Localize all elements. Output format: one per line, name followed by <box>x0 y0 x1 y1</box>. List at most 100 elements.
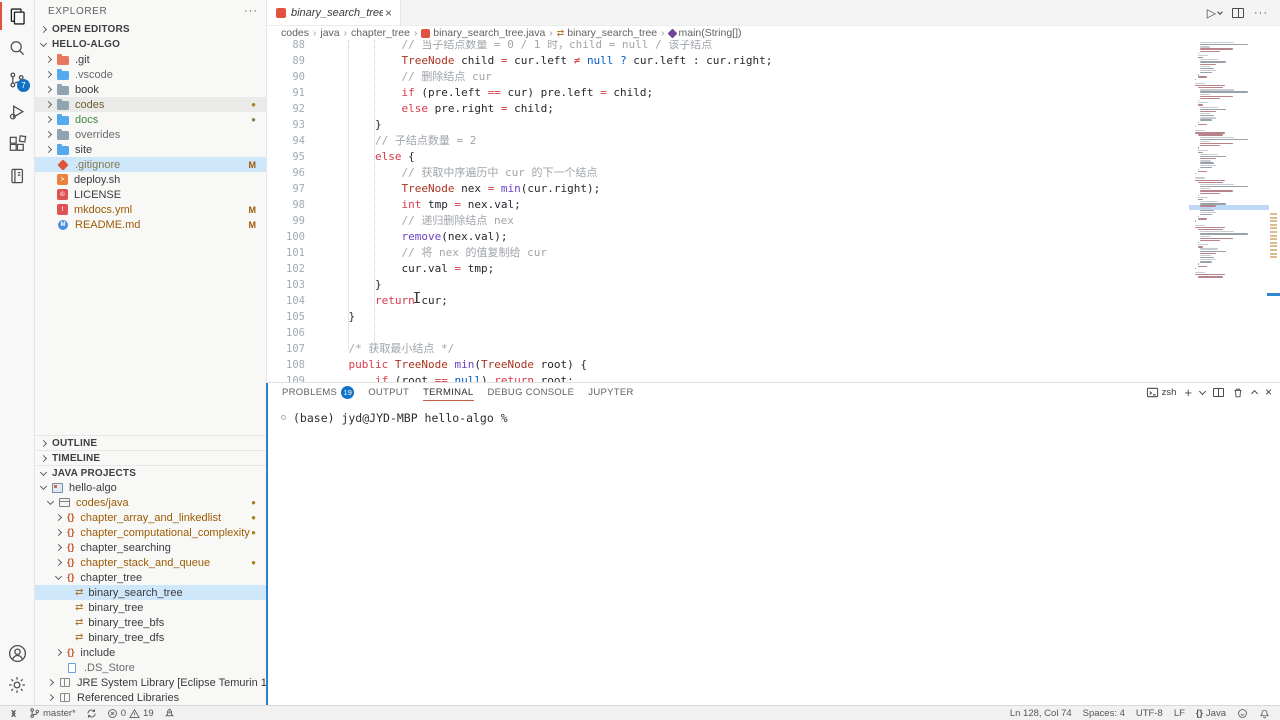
chevron-right-icon[interactable] <box>55 514 62 521</box>
close-panel-icon[interactable]: × <box>1265 385 1272 399</box>
editor-more-icon[interactable]: ··· <box>1254 7 1268 19</box>
tree-item-readme-md[interactable]: MREADME.mdM <box>35 217 266 232</box>
java-projects-header[interactable]: JAVA PROJECTS <box>35 465 266 480</box>
tree-item-chapter-searching[interactable]: {}chapter_searching <box>35 540 266 555</box>
breadcrumb-item-binary-search-tree[interactable]: ⇄binary_search_tree <box>557 27 657 39</box>
activity-bar-item-source-control[interactable]: 7 <box>0 64 34 96</box>
chevron-down-icon[interactable] <box>40 483 47 490</box>
chevron-down-icon[interactable] <box>47 498 54 505</box>
minimap[interactable] <box>1189 40 1267 340</box>
panel-tab-terminal[interactable]: TERMINAL <box>423 383 473 401</box>
tree-item-deploy-sh[interactable]: >deploy.sh <box>35 172 266 187</box>
tree-item-include[interactable]: {}include <box>35 645 266 660</box>
panel-tab-output[interactable]: OUTPUT <box>368 383 409 401</box>
tree-item-gitignore[interactable]: .gitignoreM <box>35 157 266 172</box>
close-tab-icon[interactable]: × <box>383 6 394 20</box>
tree-item-vscode[interactable]: .vscode <box>35 67 266 82</box>
tree-item-jre-system-library-eclipse-temurin-17-17[interactable]: JRE System Library [Eclipse Temurin 17 [… <box>35 675 266 690</box>
panel-tab-jupyter[interactable]: JUPYTER <box>588 383 633 401</box>
tree-item-site[interactable]: site <box>35 142 266 157</box>
workspace-root[interactable]: HELLO-ALGO <box>35 37 266 52</box>
tree-item-ds-store[interactable]: .DS_Store <box>35 660 266 675</box>
chevron-right-icon[interactable] <box>55 649 62 656</box>
tree-item-chapter-tree[interactable]: {}chapter_tree <box>35 570 266 585</box>
launch-icon[interactable] <box>164 708 175 719</box>
feedback-icon[interactable] <box>1237 708 1248 719</box>
panel-tab-problems[interactable]: PROBLEMS19 <box>282 383 354 401</box>
timeline-header[interactable]: TIMELINE <box>35 450 266 465</box>
tree-item-codes-java[interactable]: codes/java● <box>35 495 266 510</box>
notifications-bell-icon[interactable] <box>1259 707 1270 719</box>
tree-item-mkdocs-yml[interactable]: !mkdocs.ymlM <box>35 202 266 217</box>
chevron-right-icon[interactable] <box>55 529 62 536</box>
tree-item-chapter-array-and-linkedlist[interactable]: {}chapter_array_and_linkedlist● <box>35 510 266 525</box>
split-editor-icon[interactable] <box>1232 8 1244 18</box>
tree-item-overrides[interactable]: overrides <box>35 127 266 142</box>
eol-sequence[interactable]: LF <box>1174 708 1185 719</box>
tree-item-binary-tree[interactable]: ⇄binary_tree <box>35 600 266 615</box>
language-mode[interactable]: {} Java <box>1196 708 1226 719</box>
tree-item-hello-algo[interactable]: hello-algo <box>35 480 266 495</box>
tree-item-license[interactable]: ©LICENSE <box>35 187 266 202</box>
code-editor[interactable]: 88 // 当子结点数量 = 0 / 1 时，child = null / 该子… <box>267 40 1280 382</box>
split-terminal-icon[interactable] <box>1213 388 1224 397</box>
activity-bar-item-notebook[interactable] <box>0 160 34 192</box>
remote-indicator[interactable] <box>8 708 19 719</box>
more-actions-icon[interactable]: ··· <box>244 5 258 17</box>
tree-item-binary-tree-bfs[interactable]: ⇄binary_tree_bfs <box>35 615 266 630</box>
chevron-right-icon[interactable] <box>45 101 52 108</box>
chevron-right-icon[interactable] <box>45 86 52 93</box>
activity-bar-item-settings[interactable] <box>0 669 34 701</box>
chevron-right-icon[interactable] <box>45 146 52 153</box>
tree-item-chapter-stack-and-queue[interactable]: {}chapter_stack_and_queue● <box>35 555 266 570</box>
encoding[interactable]: UTF-8 <box>1136 708 1163 719</box>
tree-item-binary-tree-dfs[interactable]: ⇄binary_tree_dfs <box>35 630 266 645</box>
tree-item-book[interactable]: book <box>35 82 266 97</box>
run-button[interactable]: ▷ <box>1207 6 1222 20</box>
activity-bar-item-account[interactable] <box>0 637 34 669</box>
panel-sash[interactable] <box>266 383 268 705</box>
chevron-right-icon[interactable] <box>45 56 52 63</box>
chevron-right-icon[interactable] <box>45 131 52 138</box>
activity-bar-item-explorer[interactable] <box>0 0 34 32</box>
terminal-dropdown-icon[interactable] <box>1199 387 1206 394</box>
open-editors-header[interactable]: OPEN EDITORS <box>35 22 266 37</box>
tab-binary-search-tree[interactable]: binary_search_tree.java × <box>267 0 401 25</box>
breadcrumb-item-java[interactable]: java <box>320 27 339 39</box>
tree-item-referenced-libraries[interactable]: Referenced Libraries <box>35 690 266 705</box>
chevron-right-icon[interactable] <box>47 679 54 686</box>
git-branch-indicator[interactable]: master* <box>29 707 76 719</box>
chevron-right-icon[interactable] <box>45 71 52 78</box>
chevron-right-icon[interactable] <box>47 694 54 701</box>
chevron-down-icon[interactable] <box>55 573 62 580</box>
breadcrumb-label: chapter_tree <box>351 27 410 39</box>
indentation[interactable]: Spaces: 4 <box>1083 708 1125 719</box>
tree-item-docs[interactable]: docs● <box>35 112 266 127</box>
kill-terminal-icon[interactable] <box>1232 386 1244 399</box>
tree-item-codes[interactable]: codes● <box>35 97 266 112</box>
git-status-badge: ● <box>251 558 266 567</box>
overview-ruler[interactable] <box>1267 40 1280 382</box>
activity-bar-item-search[interactable] <box>0 32 34 64</box>
shell-label[interactable]: zsh <box>1162 387 1177 398</box>
chevron-right-icon[interactable] <box>45 116 52 123</box>
breadcrumb-item-chapter-tree[interactable]: chapter_tree <box>351 27 410 39</box>
chevron-right-icon[interactable] <box>55 544 62 551</box>
tree-item-chapter-computational-complexity[interactable]: {}chapter_computational_complexity● <box>35 525 266 540</box>
cursor-position[interactable]: Ln 128, Col 74 <box>1010 708 1072 719</box>
sync-button[interactable] <box>86 708 97 719</box>
tree-item-git[interactable]: .git <box>35 52 266 67</box>
breadcrumb-item-main-string[interactable]: main(String[]) <box>669 27 742 39</box>
terminal-content[interactable]: (base) jyd@JYD-MBP hello-algo % <box>267 401 1280 705</box>
activity-bar-item-extensions[interactable] <box>0 128 34 160</box>
new-terminal-button[interactable]: + <box>1184 385 1192 400</box>
problems-indicator[interactable]: 0 19 <box>107 708 154 719</box>
maximize-panel-icon[interactable] <box>1251 390 1258 397</box>
panel-tab-debug-console[interactable]: DEBUG CONSOLE <box>488 383 575 401</box>
tree-item-binary-search-tree[interactable]: ⇄binary_search_tree <box>35 585 266 600</box>
breadcrumb-item-codes[interactable]: codes <box>281 27 309 39</box>
breadcrumb-item-binary-search-tree-java[interactable]: binary_search_tree.java <box>421 27 545 39</box>
activity-bar-item-run-debug[interactable] <box>0 96 34 128</box>
chevron-right-icon[interactable] <box>55 559 62 566</box>
outline-header[interactable]: OUTLINE <box>35 435 266 450</box>
